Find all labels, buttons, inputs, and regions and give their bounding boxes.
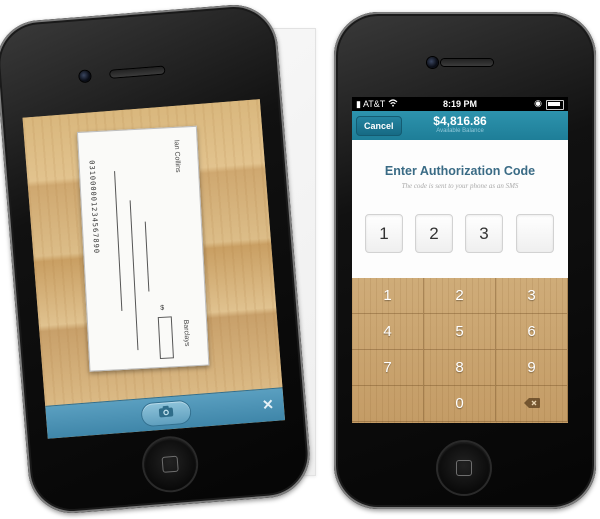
key-0[interactable]: 0 [424,386,496,422]
check-line [144,221,150,292]
check-payer-name: Ian Collins [172,139,182,173]
front-camera [427,57,438,68]
left-phone: Ian Collins 031000001234567890 $ Barclay… [0,1,313,517]
code-digit-2[interactable]: 2 [415,214,453,253]
close-icon[interactable]: ✕ [261,396,274,414]
code-digit-3[interactable]: 3 [465,214,503,253]
front-camera [79,70,91,83]
code-digit-4[interactable] [516,214,554,253]
rotation-lock-icon: ◉ [534,98,542,108]
key-3[interactable]: 3 [496,278,568,314]
check-image: Ian Collins 031000001234567890 $ Barclay… [76,125,210,372]
check-capture-screen: Ian Collins 031000001234567890 $ Barclay… [22,99,286,439]
code-digit-1[interactable]: 1 [365,214,403,253]
status-bar: ▮ AT&T 8:19 PM ◉ [352,97,568,111]
deposit-amount: $4,816.86 [433,114,487,128]
check-line [129,200,139,351]
authorization-screen: ▮ AT&T 8:19 PM ◉ Cancel $4,816.86 Availa… [352,97,568,423]
check-line [114,171,123,311]
key-6[interactable]: 6 [496,314,568,350]
right-phone: ▮ AT&T 8:19 PM ◉ Cancel $4,816.86 Availa… [334,12,596,509]
amount-subtitle: Available Balance [436,128,484,134]
battery-icon [546,100,564,110]
earpiece-speaker [110,66,165,78]
check-routing-number: 031000001234567890 [87,160,101,255]
key-9[interactable]: 9 [496,350,568,386]
key-5[interactable]: 5 [424,314,496,350]
backspace-icon [523,386,540,422]
nav-bar: Cancel $4,816.86 Available Balance [352,111,568,141]
wood-surface: Ian Collins 031000001234567890 $ Barclay… [22,99,283,407]
key-7[interactable]: 7 [352,350,424,386]
backspace-key[interactable] [496,386,568,422]
camera-icon [157,404,174,423]
key-2[interactable]: 2 [424,278,496,314]
earpiece-speaker [441,59,493,66]
check-bank-name: Barclays [181,319,191,347]
auth-panel: Enter Authorization Code The code is sen… [352,140,568,279]
capture-button[interactable] [141,400,191,427]
key-8[interactable]: 8 [424,350,496,386]
home-button[interactable] [438,442,490,494]
check-dollar-sign: $ [160,304,165,312]
check-amount-box [157,316,174,360]
home-button[interactable] [142,436,199,493]
key-blank [352,386,424,422]
key-4[interactable]: 4 [352,314,424,350]
key-1[interactable]: 1 [352,278,424,314]
numeric-keypad: 1 2 3 4 5 6 7 8 9 0 [352,278,568,423]
auth-title: Enter Authorization Code [384,164,536,178]
auth-subtitle: The code is sent to your phone as an SMS [401,182,519,190]
